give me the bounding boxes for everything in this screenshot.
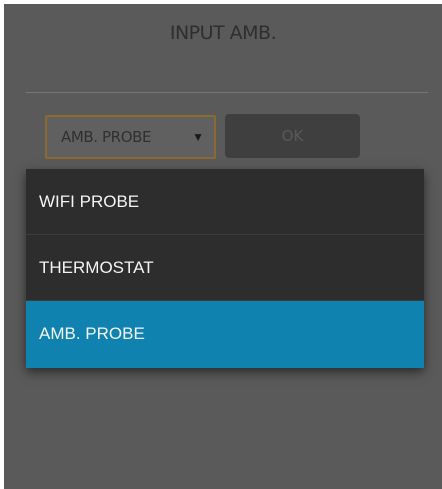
menu-item-thermostat[interactable]: THERMOSTAT [26,235,424,301]
dialog-screen: INPUT AMB. AMB. PROBE ▼ OK WIFI PROBE TH… [4,4,442,489]
menu-item-wifi-probe[interactable]: WIFI PROBE [26,169,424,235]
dropdown-arrow-icon: ▼ [192,130,204,144]
menu-item-amb-probe[interactable]: AMB. PROBE [26,301,424,368]
input-select[interactable]: AMB. PROBE ▼ [45,115,216,159]
title-divider [26,92,428,93]
dropdown-menu: WIFI PROBE THERMOSTAT AMB. PROBE [26,169,424,368]
select-value: AMB. PROBE [61,128,152,146]
dialog-title: INPUT AMB. [169,22,277,44]
ok-button[interactable]: OK [225,114,360,158]
